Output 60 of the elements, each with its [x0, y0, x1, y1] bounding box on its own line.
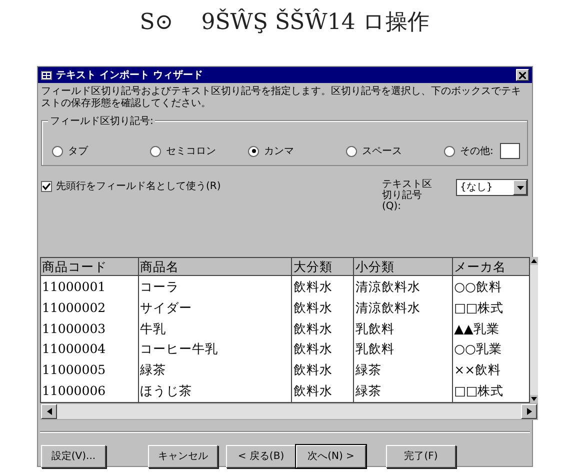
table-cell: サイダー: [138, 297, 292, 318]
close-icon: [519, 72, 526, 78]
radio-label: スペース: [362, 144, 402, 158]
scroll-left-icon: [46, 408, 52, 415]
other-input-field[interactable]: [500, 143, 520, 159]
wizard-button[interactable]: キャンセル: [148, 445, 218, 468]
radio-button[interactable]: [248, 146, 259, 156]
instruction-text: フィールド区切り記号およびテキスト区切り記号を指定します。区切り記号を選択し、下のボックスでテキストの保存形態を確認してください。: [40, 84, 522, 110]
table-cell: 飲料水: [292, 276, 354, 298]
radio-button[interactable]: [346, 146, 357, 156]
table-cell: 11000002: [40, 297, 138, 318]
section-number: S⊙: [140, 8, 174, 36]
table-cell: 飲料水: [292, 360, 354, 381]
wizard-button[interactable]: < 戻る(B): [226, 445, 296, 468]
scroll-right-icon: [526, 408, 532, 415]
group-label: フィールド区切り記号:: [48, 114, 156, 129]
table-cell: 牛乳: [138, 318, 292, 339]
wizard-button[interactable]: 完了(F): [386, 445, 456, 468]
radio-button[interactable]: [52, 146, 63, 156]
radio-label: タブ: [68, 144, 88, 158]
radio-button[interactable]: [150, 146, 161, 156]
window-icon: [41, 70, 52, 80]
section-heading: 9ŠŴŞ ŠŠŴ14 ロ操作: [201, 8, 430, 36]
dropdown-value: {なし}: [460, 181, 493, 195]
table-cell: コーヒー牛乳: [138, 338, 292, 360]
table-cell: 緑茶: [138, 360, 292, 381]
table-cell: 11000003: [40, 318, 138, 339]
radio-label: セミコロン: [166, 144, 216, 158]
checkbox-label: 先頭行をフィールド名として使う(R): [56, 180, 221, 194]
table-cell: 飲料水: [292, 318, 354, 339]
column-header: 商品コード: [40, 258, 138, 276]
scroll-down-icon: [530, 395, 538, 403]
table-cell: 11000001: [40, 276, 138, 298]
column-header: 小分類: [354, 258, 453, 276]
qualifier-dropdown[interactable]: {なし}: [456, 179, 528, 196]
checkbox[interactable]: [41, 181, 52, 192]
table-cell: 清涼飲料水: [354, 297, 453, 318]
vertical-scrollbar[interactable]: [530, 257, 538, 403]
table-cell: 清涼飲料水: [354, 276, 453, 298]
table-cell: コーラ: [138, 276, 292, 298]
table-cell: 11000004: [40, 338, 138, 360]
table-cell: 飲料水: [292, 338, 354, 360]
radio-label: その他:: [460, 144, 494, 158]
radio-label: カンマ: [264, 144, 294, 158]
column-header: メーカ名: [452, 258, 530, 276]
table-cell: 緑茶: [354, 360, 453, 381]
wizard-button[interactable]: 次へ(N) >: [296, 445, 366, 468]
close-button[interactable]: [516, 69, 529, 81]
table-cell: 乳飲料: [354, 338, 453, 360]
table-cell: 飲料水: [292, 297, 354, 318]
column-header: 商品名: [138, 258, 292, 276]
dropdown-arrow-icon: [516, 186, 524, 190]
column-header: 大分類: [292, 258, 354, 276]
qualifier-label: テキスト区切り記号(Q):: [382, 179, 433, 212]
table-cell: 乳飲料: [354, 318, 453, 339]
radio-button[interactable]: [444, 146, 455, 156]
window-title: テキスト インポート ウィザード: [56, 68, 203, 82]
horizontal-scrollbar[interactable]: [40, 403, 538, 420]
wizard-button[interactable]: 設定(V)...: [41, 445, 106, 468]
table-cell: 11000005: [40, 360, 138, 381]
